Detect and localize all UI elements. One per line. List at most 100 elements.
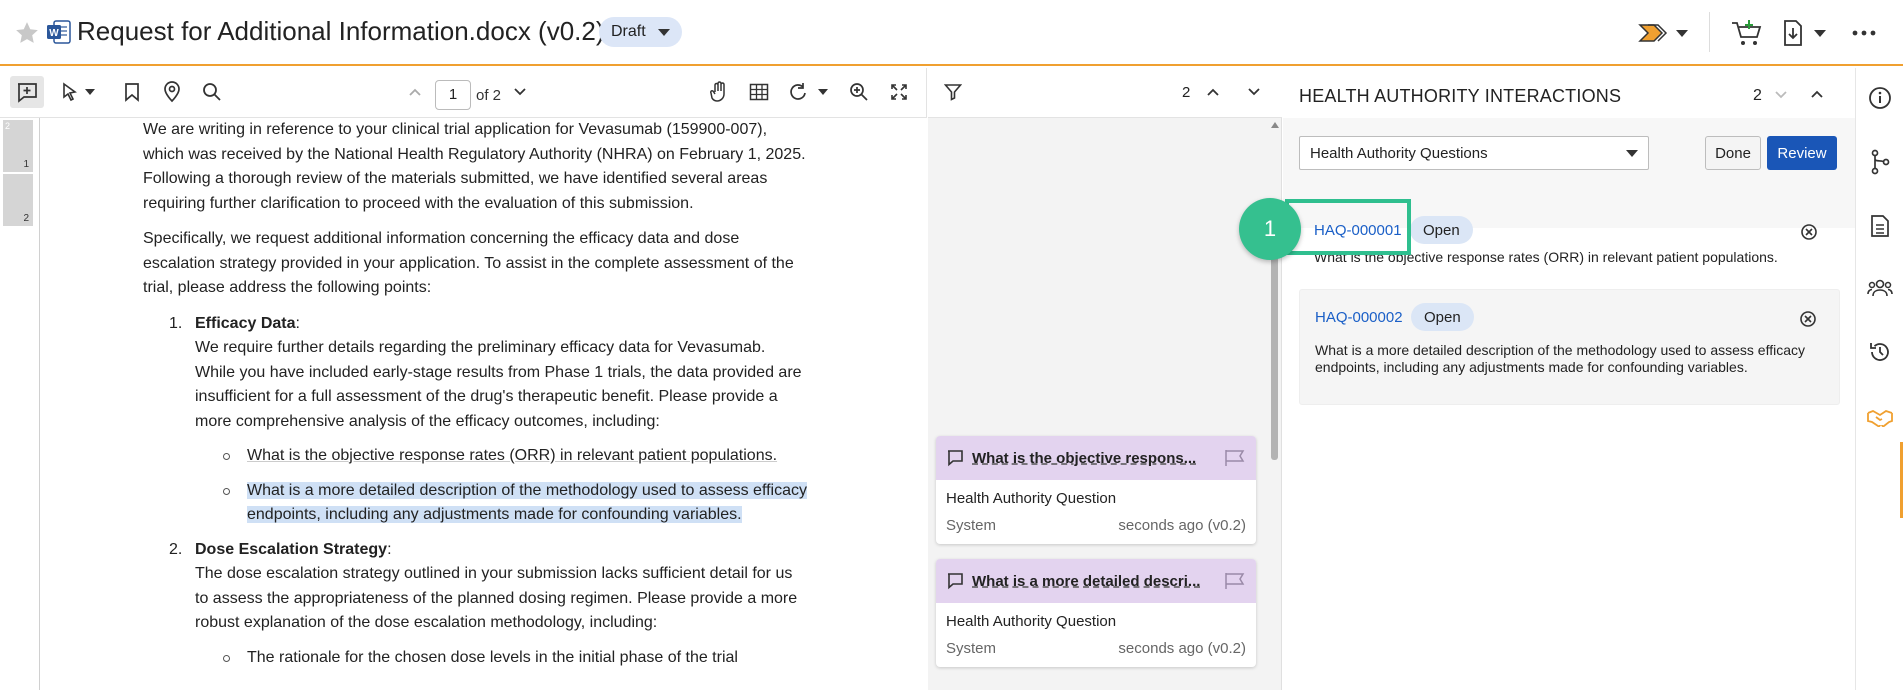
comment-type: Health Authority Question <box>946 613 1117 630</box>
document-toolbar: 1 of 2 <box>0 68 927 118</box>
paragraph: We are writing in reference to your clin… <box>143 121 806 212</box>
status-dropdown[interactable]: Draft <box>599 17 682 47</box>
numbered-list-item: 1. Efficacy Data: We require further det… <box>143 312 808 435</box>
question-type-select[interactable]: Health Authority Questions <box>1299 136 1649 170</box>
flag-icon[interactable] <box>1224 449 1246 467</box>
chevron-down-icon <box>1676 29 1688 37</box>
download-document-icon <box>1784 20 1802 46</box>
fit-to-page-button[interactable] <box>885 76 913 108</box>
page-thumbnail-2[interactable]: 2 <box>3 174 33 226</box>
scrollbar-thumb[interactable] <box>1271 250 1278 460</box>
workflow-menu[interactable] <box>1638 16 1688 50</box>
search-button[interactable] <box>198 76 226 108</box>
chevron-down-icon <box>1814 29 1826 37</box>
interactions-count: 2 <box>1753 87 1762 104</box>
document-icon <box>1871 215 1889 237</box>
word-document-icon: W <box>47 20 71 44</box>
done-button[interactable]: Done <box>1705 136 1761 170</box>
numbered-list-item: 2. Dose Escalation Strategy: The dose es… <box>143 538 808 636</box>
chevron-down-icon <box>1626 149 1638 157</box>
select-tool-menu[interactable] <box>58 76 98 108</box>
rotate-menu[interactable] <box>785 76 831 108</box>
question-id-link[interactable]: HAQ-000002 <box>1315 309 1403 326</box>
right-rail <box>1855 68 1903 690</box>
grid-icon <box>749 83 769 101</box>
thumbnail-page-number: 2 <box>23 213 29 224</box>
history-icon <box>1870 343 1889 361</box>
page-count-label: of 2 <box>476 87 502 104</box>
add-to-cart-button[interactable] <box>1730 16 1764 50</box>
comment-card[interactable]: What is a more detailed descri... Health… <box>936 559 1256 667</box>
relationships-button[interactable] <box>1856 142 1903 182</box>
zoom-in-icon <box>850 83 868 101</box>
list-number: 2. <box>169 540 183 558</box>
more-horizontal-icon <box>1852 30 1876 36</box>
next-page-button[interactable] <box>510 76 530 108</box>
chevron-up-icon[interactable] <box>1810 89 1824 99</box>
bullet-text-highlighted: What is a more detailed description of t… <box>247 481 808 523</box>
question-text: What is a more detailed description of t… <box>1315 342 1806 375</box>
thumbnail-page-number: 1 <box>23 159 29 170</box>
zoom-in-button[interactable] <box>845 76 873 108</box>
comment-title[interactable]: What is a more detailed descri... <box>972 573 1216 590</box>
add-comment-icon <box>18 83 37 103</box>
document-info-button[interactable] <box>1856 206 1903 246</box>
list-item-heading: Efficacy Data <box>195 314 296 332</box>
chevron-down-icon <box>85 89 95 95</box>
document-content: We are writing in reference to your clin… <box>143 118 808 680</box>
history-button[interactable] <box>1856 332 1903 372</box>
comment-card-header: What is the objective respons... <box>936 436 1256 480</box>
table-view-button[interactable] <box>745 76 773 108</box>
favorite-star-icon[interactable] <box>14 20 40 46</box>
next-comment-button[interactable] <box>1241 76 1267 108</box>
location-pin-button[interactable] <box>158 76 186 108</box>
workflow-icon <box>1638 24 1668 42</box>
flag-icon[interactable] <box>1224 572 1246 590</box>
search-icon <box>203 83 221 101</box>
comment-title[interactable]: What is the objective respons... <box>972 450 1216 467</box>
status-badge: Open <box>1411 303 1474 331</box>
comment-timestamp: seconds ago (v0.2) <box>1118 640 1246 657</box>
comment-author: System <box>946 640 997 657</box>
branch-icon <box>1871 149 1890 175</box>
scroll-up-arrow-icon[interactable] <box>1271 122 1279 128</box>
status-badge: Open <box>1410 216 1473 244</box>
download-menu[interactable] <box>1782 16 1826 50</box>
bullet-icon <box>223 453 230 460</box>
bullet-item[interactable]: The rationale for the chosen dose levels… <box>143 646 808 671</box>
paragraph: Specifically, we request additional info… <box>143 230 794 296</box>
bookmark-button[interactable] <box>118 76 146 108</box>
pan-tool-button[interactable] <box>705 76 733 108</box>
comments-count: 2 <box>1182 84 1191 101</box>
filter-button[interactable] <box>940 76 966 108</box>
previous-page-button[interactable] <box>405 76 425 108</box>
thumbnail-top-label: 2 <box>5 121 11 131</box>
info-button[interactable] <box>1856 78 1903 118</box>
review-button[interactable]: Review <box>1767 136 1837 170</box>
collaborators-button[interactable] <box>1856 268 1903 308</box>
list-item-body: We require further details regarding the… <box>195 339 802 430</box>
ha-question-item[interactable]: HAQ-000002 Open What is a more detailed … <box>1299 289 1840 405</box>
bullet-item[interactable]: What is the objective response rates (OR… <box>143 444 808 469</box>
document-title: Request for Additional Information.docx … <box>77 16 605 46</box>
page-number-input[interactable]: 1 <box>435 80 471 110</box>
chevron-down-icon[interactable] <box>1774 90 1788 100</box>
page-thumbnail-1[interactable]: 2 1 <box>3 120 33 172</box>
close-circle-icon[interactable] <box>1800 223 1818 241</box>
previous-comment-button[interactable] <box>1200 76 1226 108</box>
more-actions-button[interactable] <box>1851 16 1877 50</box>
health-authority-interactions-button[interactable] <box>1856 398 1903 438</box>
bullet-text: What is the objective response rates (OR… <box>247 447 778 464</box>
pointer-icon <box>63 82 77 102</box>
health-authority-panel: HEALTH AUTHORITY INTERACTIONS 2 Health A… <box>1283 68 1855 690</box>
bullet-item-selected[interactable]: What is a more detailed description of t… <box>143 479 808 528</box>
comment-timestamp: seconds ago (v0.2) <box>1118 517 1246 534</box>
bullet-text: The rationale for the chosen dose levels… <box>247 648 738 666</box>
add-comment-button[interactable] <box>10 76 44 108</box>
step-badge: 1 <box>1239 198 1301 260</box>
comments-toolbar: 2 <box>928 68 1282 118</box>
chevron-up-icon <box>409 88 421 96</box>
comment-card[interactable]: What is the objective respons... Health … <box>936 436 1256 544</box>
close-circle-icon[interactable] <box>1799 310 1817 328</box>
chevron-down-icon <box>514 88 526 96</box>
